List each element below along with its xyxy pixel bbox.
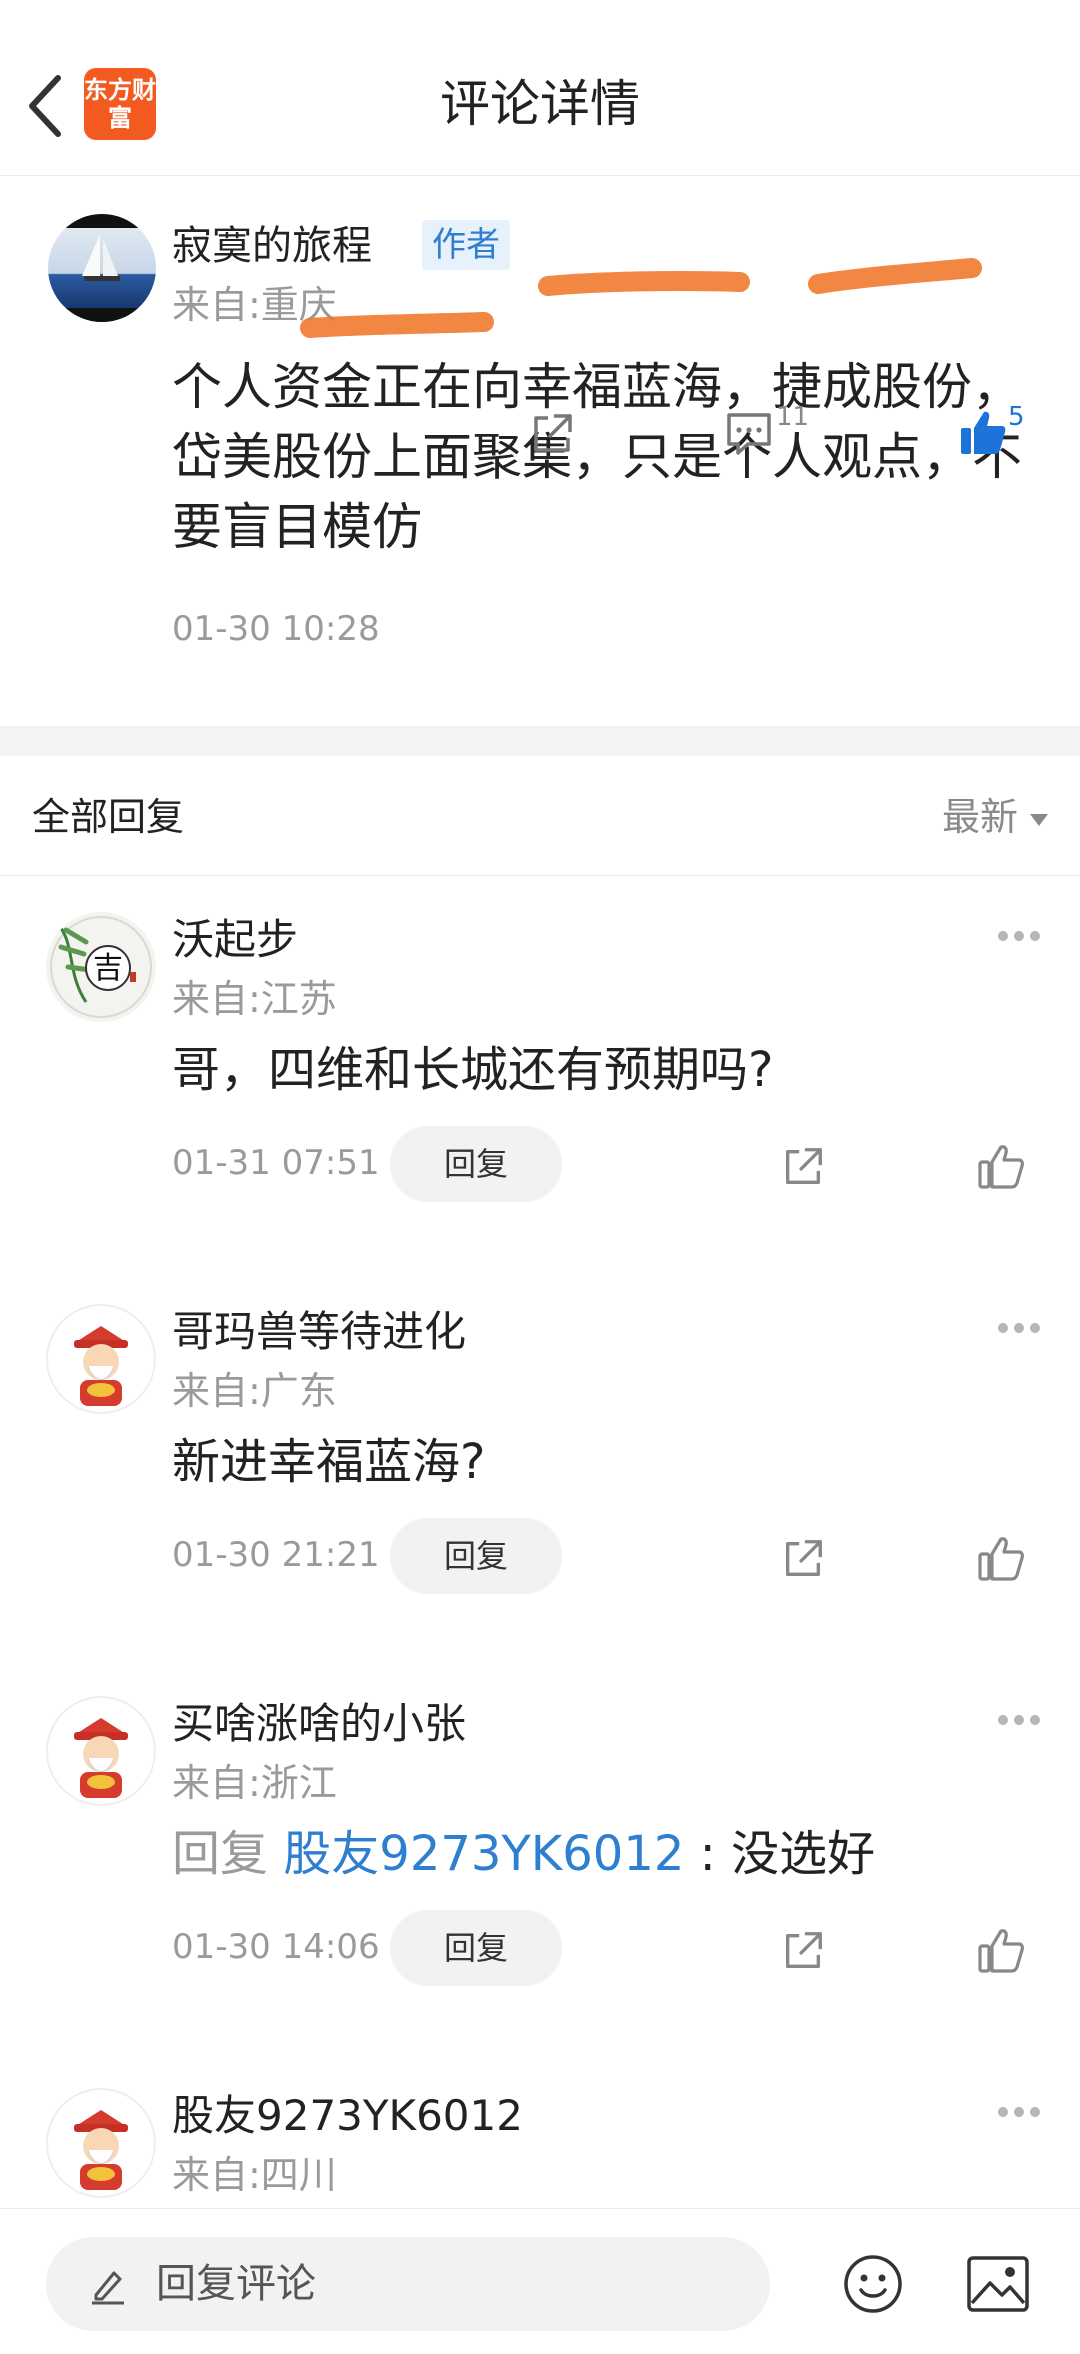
avatar[interactable] — [46, 2088, 156, 2198]
reply-input-placeholder: 回复评论 — [156, 2261, 316, 2307]
sort-label: 最新 — [941, 795, 1018, 839]
replies-header: 全部回复 最新 — [0, 756, 1080, 876]
comment-icon[interactable] — [724, 410, 774, 458]
emoji-icon[interactable] — [842, 2253, 904, 2315]
reply-text: : 没选好 — [699, 1826, 876, 1882]
avatar[interactable]: 吉 — [46, 912, 156, 1022]
thumbs-up-icon[interactable] — [976, 1534, 1026, 1584]
reply-to-user-link[interactable]: 股友9273YK6012 — [283, 1826, 684, 1882]
thumbs-up-icon[interactable] — [976, 1142, 1026, 1192]
section-divider — [0, 726, 1080, 756]
comment-username[interactable]: 股友9273YK6012 — [172, 2088, 523, 2144]
avatar[interactable] — [46, 1696, 156, 1806]
comment-text: 回复 股友9273YK6012 : 没选好 — [172, 1820, 875, 1888]
comment-location: 来自:广东 — [172, 1369, 337, 1413]
reply-button[interactable]: 回复 — [390, 1518, 562, 1594]
post-time: 01-30 10:28 — [172, 609, 380, 649]
reply-button[interactable]: 回复 — [390, 1126, 562, 1202]
avatar[interactable] — [48, 214, 156, 322]
main-post: 寂寞的旅程 作者 来自:重庆 个人资金正在向幸福蓝海，捷成股份，岱美股份上面聚集… — [0, 176, 1080, 726]
share-icon[interactable] — [780, 1144, 826, 1190]
share-icon[interactable] — [780, 1536, 826, 1582]
comment-item: 买啥涨啥的小张 来自:浙江 回复 股友9273YK6012 : 没选好 01-3… — [0, 1660, 1080, 2052]
comment-text: 哥，四维和长城还有预期吗? — [172, 1042, 774, 1098]
replies-title: 全部回复 — [32, 795, 185, 839]
reply-button[interactable]: 回复 — [390, 1910, 562, 1986]
comment-item: 哥玛兽等待进化 来自:广东 新进幸福蓝海? 01-30 21:21 回复 — [0, 1268, 1080, 1660]
avatar[interactable] — [46, 1304, 156, 1414]
more-options-icon[interactable] — [998, 1710, 1050, 1726]
post-location: 来自:重庆 — [172, 283, 337, 327]
image-picker-icon[interactable] — [966, 2255, 1030, 2313]
comment-time: 01-30 14:06 — [172, 1927, 380, 1967]
comment-username[interactable]: 哥玛兽等待进化 — [172, 1304, 466, 1360]
avatar-glyph: 吉 — [93, 951, 123, 986]
post-content: 个人资金正在向幸福蓝海，捷成股份，岱美股份上面聚集，只是个人观点，不要盲目模仿 — [172, 358, 1022, 556]
comment-item: 吉 沃起步 来自:江苏 哥，四维和长城还有预期吗? 01-31 07:51 回复 — [0, 876, 1080, 1268]
post-username[interactable]: 寂寞的旅程 — [172, 218, 372, 274]
more-options-icon[interactable] — [998, 2102, 1050, 2118]
share-icon[interactable] — [528, 410, 576, 458]
bottom-reply-bar: 回复评论 — [0, 2208, 1080, 2354]
author-badge: 作者 — [422, 220, 510, 270]
like-count: 5 — [1008, 402, 1025, 432]
caret-down-icon — [1030, 813, 1048, 826]
comment-location: 来自:江苏 — [172, 977, 337, 1021]
thumbs-up-icon[interactable] — [976, 1926, 1026, 1976]
comment-count: 11 — [776, 402, 810, 432]
sort-dropdown[interactable]: 最新 — [942, 792, 1048, 842]
page-title: 评论详情 — [440, 75, 640, 133]
pencil-icon — [92, 2271, 124, 2305]
reply-comment-input[interactable]: 回复评论 — [46, 2237, 770, 2331]
share-icon[interactable] — [780, 1928, 826, 1974]
comment-time: 01-31 07:51 — [172, 1143, 380, 1183]
comment-item: 股友9273YK6012 来自:四川 — [0, 2052, 1080, 2208]
comment-time: 01-30 21:21 — [172, 1535, 380, 1575]
comment-username[interactable]: 沃起步 — [172, 912, 298, 968]
comment-location: 来自:四川 — [172, 2153, 337, 2197]
header-bar: 东方财富 评论详情 — [0, 0, 1080, 176]
comment-username[interactable]: 买啥涨啥的小张 — [172, 1696, 466, 1752]
more-options-icon[interactable] — [998, 926, 1050, 942]
comment-location: 来自:浙江 — [172, 1761, 337, 1805]
reply-prefix: 回复 — [172, 1826, 269, 1882]
comment-text: 新进幸福蓝海? — [172, 1434, 486, 1490]
more-options-icon[interactable] — [998, 1318, 1050, 1334]
thumbs-up-filled-icon[interactable] — [958, 408, 1008, 458]
